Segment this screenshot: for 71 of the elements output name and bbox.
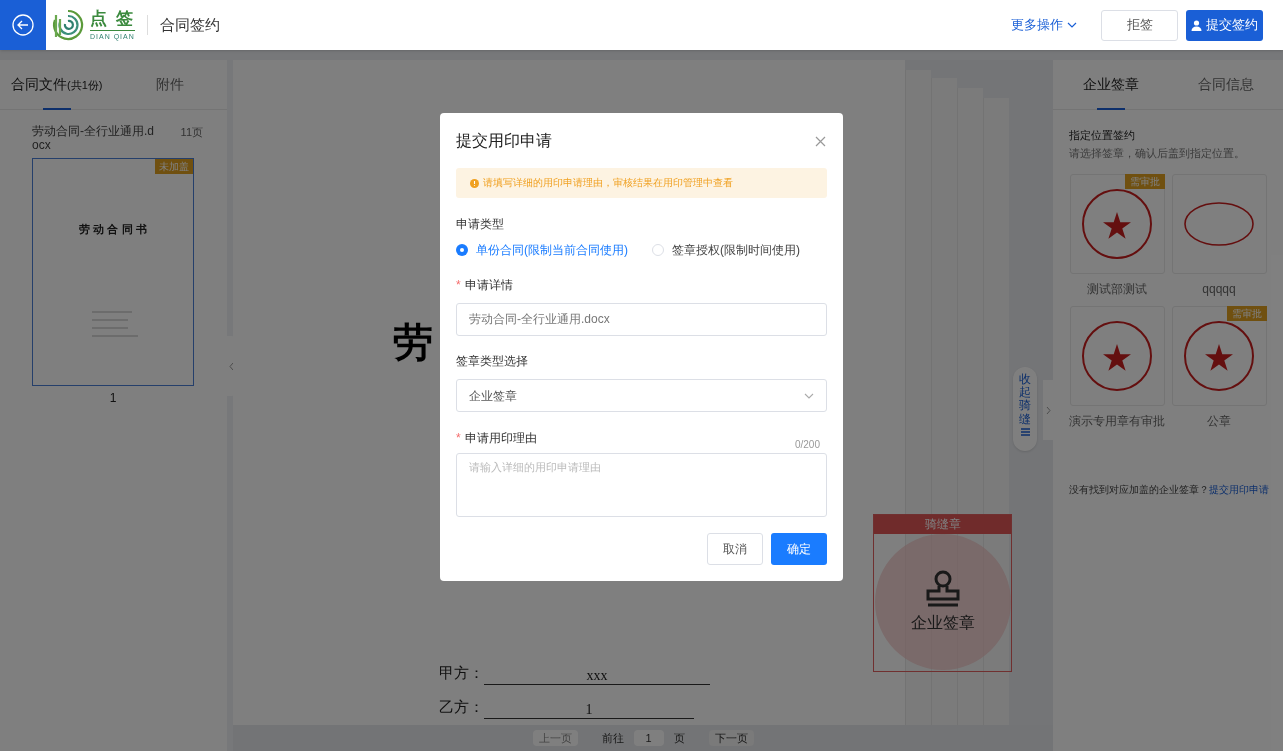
party-value: 1 xyxy=(484,701,694,719)
menu-icon xyxy=(1020,427,1030,436)
seal-card[interactable] xyxy=(1069,306,1165,407)
radio-option[interactable]: 签章授权(限制时间使用) xyxy=(652,241,800,259)
user-icon xyxy=(1191,19,1202,31)
close-button[interactable] xyxy=(815,135,827,147)
chevron-left-icon xyxy=(228,361,234,371)
tab[interactable]: 附件 xyxy=(113,60,227,109)
warning-icon xyxy=(470,178,479,188)
page-title: 合同签约 xyxy=(159,14,220,35)
more-actions-dropdown[interactable]: 更多操作 xyxy=(1011,15,1077,35)
party-label: 乙方： xyxy=(439,698,484,717)
field-label: 申请用印理由 xyxy=(464,430,537,447)
section-title: 指定位置签约 xyxy=(1068,128,1136,143)
radio-option[interactable]: 单份合同(限制当前合同使用) xyxy=(456,241,628,259)
radio-button[interactable] xyxy=(652,244,664,256)
logo-icon xyxy=(50,7,86,43)
document-title: 劳 xyxy=(393,322,433,362)
reason-textarea[interactable]: 请输入详细的用印申请理由 xyxy=(456,453,827,517)
seal-card[interactable] xyxy=(1171,174,1267,275)
detail-input[interactable]: 劳动合同-全行业通用.docx xyxy=(456,303,827,336)
page-number: 1 xyxy=(108,390,118,407)
field-label: 申请类型 xyxy=(456,216,504,233)
stamp-label: 企业签章 xyxy=(910,613,975,633)
radio-button[interactable] xyxy=(456,244,468,256)
required-mark: * xyxy=(456,277,461,294)
submit-button[interactable]: 提交签约 xyxy=(1186,9,1263,41)
next-page-button[interactable]: 下一页 xyxy=(708,730,754,746)
reject-button[interactable]: 拒签 xyxy=(1101,9,1178,41)
field-label: 签章类型选择 xyxy=(456,353,528,370)
confirm-button[interactable]: 确定 xyxy=(771,533,827,565)
chevron-right-icon xyxy=(1045,405,1051,415)
page-input[interactable]: 1 xyxy=(633,730,664,746)
field-label: 申请详情 xyxy=(464,277,513,294)
back-button[interactable] xyxy=(0,0,46,50)
logo-text: 点 签 xyxy=(90,10,135,27)
notice-text: 请填写详细的用印申请理由，审核结果在用印管理中查看 xyxy=(483,175,733,190)
file-name[interactable]: 劳动合同-全行业通用.docx xyxy=(32,124,160,152)
seam-stamp-header: 骑缝章 xyxy=(874,515,1011,534)
seal-drawing xyxy=(1183,200,1255,249)
page-count: 11页 xyxy=(180,125,203,140)
tab[interactable]: 企业签章 xyxy=(1053,60,1168,109)
seal-name: qqqqq xyxy=(1202,281,1236,299)
required-mark: * xyxy=(456,430,461,447)
section-hint: 请选择签章，确认后盖到指定位置。 xyxy=(1068,145,1246,161)
chevron-down-icon xyxy=(1067,22,1077,28)
seal-name: 公章 xyxy=(1207,413,1231,431)
tab[interactable]: 合同信息 xyxy=(1168,60,1283,109)
back-icon xyxy=(12,14,34,36)
chevron-down-icon xyxy=(804,392,814,399)
seam-toggle-tab[interactable]: 收起骑缝 xyxy=(1013,367,1037,451)
cancel-button[interactable]: 取消 xyxy=(707,533,763,565)
status-badge: 未加盖 xyxy=(155,159,193,174)
approval-badge: 需审批 xyxy=(1124,174,1165,190)
seal-name: 演示专用章有审批 xyxy=(1069,413,1165,431)
party-value: xxx xyxy=(484,667,710,685)
hint-text: 没有找到对应加盖的企业签章？ xyxy=(1069,483,1209,498)
approval-badge: 需审批 xyxy=(1226,306,1267,322)
tab[interactable]: 合同文件(共1份) xyxy=(0,60,114,109)
page-unit-label: 页 xyxy=(673,730,685,746)
goto-label: 前往 xyxy=(601,730,624,746)
expand-handle[interactable] xyxy=(1043,380,1053,440)
dialog-title: 提交用印申请 xyxy=(456,131,552,151)
seal-type-select[interactable]: 企业签章 xyxy=(456,379,827,412)
page-thumbnail[interactable]: 未加盖 劳 动 合 同 书 xyxy=(32,158,194,386)
thumbnail-title: 劳 动 合 同 书 xyxy=(79,222,147,237)
party-label: 甲方： xyxy=(439,664,484,683)
submit-request-link[interactable]: 提交用印申请 xyxy=(1209,482,1269,498)
seal-name: 测试部测试 xyxy=(1087,281,1147,299)
close-icon xyxy=(815,135,826,147)
character-counter: 0/200 xyxy=(794,438,820,452)
